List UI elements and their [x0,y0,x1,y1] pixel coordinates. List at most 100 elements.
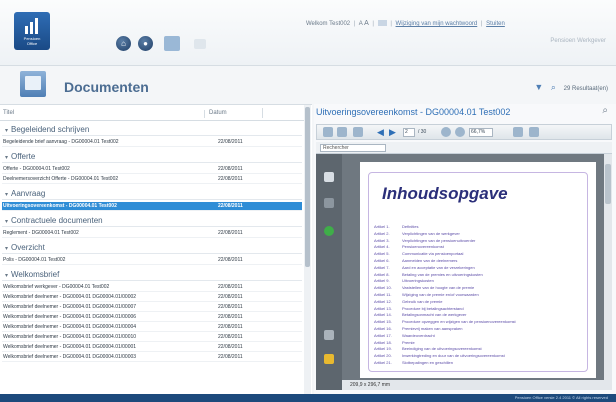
pages-icon[interactable] [324,172,334,182]
comments-icon[interactable] [324,354,334,364]
home-icon[interactable]: ⌂ [116,36,131,51]
toc-text: Verplichtingen van de pensioenuitvoerder [402,237,476,243]
toc-text: Slotbepalingen en geschillen [402,360,453,365]
table-row[interactable]: Begeleidende brief aanvraag - DG00004.01… [2,138,302,147]
collapse-arrow-icon[interactable]: ▾ [5,192,8,198]
header: Pensioen Office ⌂ ● Welkom Test002 | A A… [0,0,616,66]
row-title: Welkomsbrief deelnemer - DG00004.01 DG00… [3,304,137,310]
welcome-text: Welkom Test002 [306,21,351,27]
documents-icon[interactable] [164,36,180,51]
toc-text: Verplichtingen van de werkgever [402,230,460,236]
row-title: Welkomsbrief deelnemer - DG00004.01 DG00… [3,334,137,340]
collapse-arrow-icon[interactable]: ▾ [5,246,8,252]
table-row[interactable]: Polis - DG00004.01 Test002 22/08/2011 [2,256,302,265]
toc-text: Procedure opzeggen en wijzigen van de pe… [402,319,516,325]
viewer-scroll-thumb[interactable] [605,164,611,204]
save-icon[interactable] [337,127,347,137]
row-date: 22/08/2011 [218,203,243,209]
collapse-arrow-icon[interactable]: ▾ [5,219,8,225]
page-size-status: 209,9 x 296,7 mm [342,380,604,390]
list-scroll-thumb[interactable] [305,107,310,267]
toc-article: Artikel 21. [374,360,392,365]
next-page-icon[interactable]: ▶ [389,127,399,137]
language-flag-icon[interactable] [377,20,387,27]
fit-width-icon[interactable] [513,127,523,137]
row-date: 22/08/2011 [218,166,243,172]
zoom-out-icon[interactable] [441,127,451,137]
bookmarks-icon[interactable] [324,198,334,208]
collapse-arrow-icon[interactable]: ▾ [5,155,8,161]
table-row[interactable]: Welkomsbrief deelnemer - DG00004.01 DG00… [2,353,302,362]
previous-page-icon[interactable]: ◀ [377,127,387,137]
viewer-scrollbar[interactable] [604,154,612,390]
zoom-in-icon[interactable] [455,127,465,137]
viewer-search-input[interactable]: Rechercher [320,144,386,152]
row-date: 22/08/2011 [218,294,243,300]
row-title: Deelnemersoverzicht Offerte - DG00004.01… [3,176,119,182]
row-title: Uitvoeringsovereenkomst - DG00004.01 Tes… [3,203,117,209]
viewer-title: Uitvoeringsovereenkomst - DG00004.01 Tes… [316,107,511,117]
app-window: Pensioen Office ⌂ ● Welkom Test002 | A A… [0,0,616,402]
table-row[interactable]: Welkomsbrief deelnemer - DG00004.01 DG00… [2,323,302,332]
collapse-arrow-icon[interactable]: ▾ [5,128,8,134]
row-title: Reglement - DG00004.01 Test002 [3,230,79,236]
toc-article: Artikel 2. [374,230,390,236]
status-green-icon[interactable] [324,226,334,236]
group-label: Welkomsbrief [11,270,60,279]
search-icon[interactable]: ⌕ [551,82,556,92]
group-header[interactable]: ▾ Begeleidend schrijven [2,123,302,136]
print-icon[interactable] [323,127,333,137]
page-number-input[interactable]: 2 [403,128,415,137]
zoom-icon[interactable]: ⌕ [602,105,608,116]
group-header[interactable]: ▾ Contractuele documenten [2,214,302,227]
table-row[interactable]: Welkomsbrief deelnemer - DG00004.01 DG00… [2,333,302,342]
table-row[interactable]: Welkomsbrief deelnemer - DG00004.01 DG00… [2,343,302,352]
toc-text: Wijziging van de premie en/of voorwaarde… [402,292,479,297]
table-row[interactable]: Welkomsbrief deelnemer - DG00004.01 DG00… [2,313,302,322]
toc-article: Artikel 9. [374,278,390,284]
table-row[interactable]: Deelnemersoverzicht Offerte - DG00004.01… [2,175,302,184]
title-row: Documenten ▼ ⌕ 29 Resultaat(en) [0,66,616,102]
group-header[interactable]: ▾ Welkomsbrief [2,268,302,281]
toc-text: Gebruik van de premie [402,298,443,304]
group-header[interactable]: ▾ Aanvraag [2,187,302,200]
group-header[interactable]: ▾ Overzicht [2,241,302,254]
document-viewer-panel: Uitvoeringsovereenkomst - DG00004.01 Tes… [314,104,616,394]
table-row[interactable]: Welkomsbrief werkgever - DG00004.01 Test… [2,283,302,292]
table-row[interactable]: Welkomsbrief deelnemer - DG00004.01 DG00… [2,303,302,312]
stop-link[interactable]: Stuiten [486,21,505,27]
employer-label: Pensioen Werkgever [550,38,606,44]
table-row[interactable]: Welkomsbrief deelnemer - DG00004.01 DG00… [2,293,302,302]
toc-text: Betaling van de premies en uitvoeringsko… [402,271,483,277]
logo[interactable]: Pensioen Office [14,12,50,50]
toc-entry[interactable]: Artikel 21. Slotbepalingen en geschillen [374,360,574,368]
font-size-small-icon[interactable]: A [359,21,363,27]
table-row[interactable]: Offerte - DG00004.01 Test002 22/08/2011 [2,165,302,174]
attachment-icon[interactable] [324,330,334,340]
list-header: Titel Datum [0,105,306,121]
zoom-select[interactable]: 66,7% [469,128,493,137]
info-icon[interactable]: ● [138,36,153,51]
export-icon[interactable] [353,127,363,137]
group-header[interactable]: ▾ Offerte [2,150,302,163]
toc-article: Artikel 5. [374,251,390,257]
change-password-link[interactable]: Wijziging van mijn wachtwoord [396,21,478,27]
fit-page-icon[interactable] [529,127,539,137]
column-title[interactable]: Titel [3,110,14,116]
collapse-arrow-icon[interactable]: ▾ [5,273,8,279]
toc-article: Artikel 14. [374,312,392,318]
list-scrollbar[interactable] [304,105,311,395]
table-row[interactable]: Reglement - DG00004.01 Test002 22/08/2011 [2,229,302,238]
logo-bars-icon [25,18,39,34]
column-date[interactable]: Datum [204,110,227,118]
table-row-selected[interactable]: Uitvoeringsovereenkomst - DG00004.01 Tes… [2,202,302,211]
font-size-large-icon[interactable]: A [364,20,369,27]
toc-text: Pensioenovereenkomst [402,244,444,250]
tab-tail-icon [194,39,206,49]
toc-article: Artikel 15. [374,319,392,325]
pdf-toolbar: ◀ ▶ 2 / 30 66,7% [316,124,612,140]
filter-icon[interactable]: ▼ [534,82,543,92]
row-date: 22/08/2011 [218,314,243,320]
group-label: Aanvraag [11,189,46,198]
documents-page-icon [20,71,46,97]
